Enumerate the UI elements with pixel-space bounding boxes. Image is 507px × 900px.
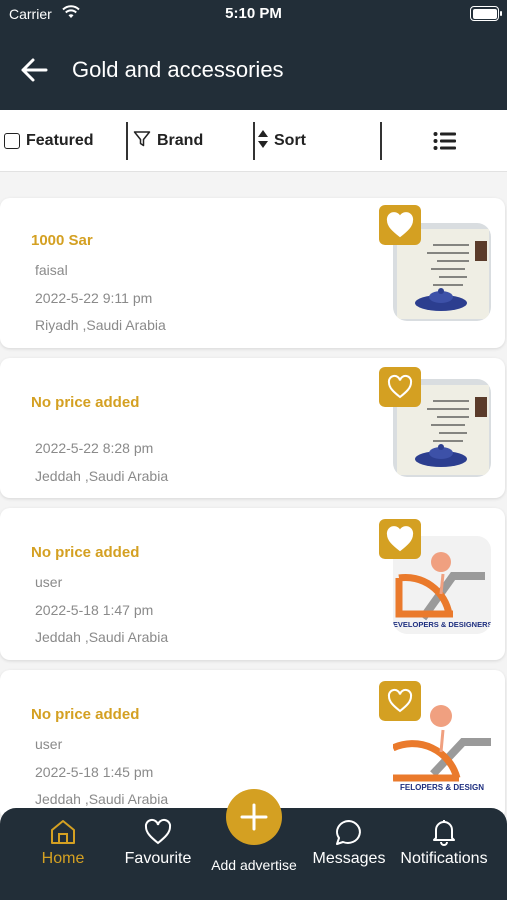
- home-icon: [51, 820, 75, 844]
- status-bar: Carrier 5:10 PM: [0, 0, 507, 30]
- chat-bubble-icon: [336, 820, 361, 845]
- nav-notifications-label: Notifications: [400, 850, 488, 867]
- favourite-heart-outline-icon[interactable]: [379, 681, 421, 721]
- add-advertise-button[interactable]: [226, 789, 282, 845]
- listing-date: 2022-5-18 1:47 pm: [35, 602, 154, 618]
- featured-label: Featured: [26, 132, 94, 149]
- plus-icon: [240, 803, 268, 831]
- nav-notifications[interactable]: Notifications: [398, 808, 490, 900]
- list-view-icon[interactable]: [433, 110, 457, 172]
- featured-checkbox[interactable]: [4, 133, 20, 149]
- divider: [380, 122, 382, 160]
- logo-text: FELOPERS & DESIGN: [400, 783, 484, 792]
- listing-date: 2022-5-22 8:28 pm: [35, 440, 154, 456]
- listing-user: faisal: [35, 262, 68, 278]
- sort-icon: [257, 129, 269, 154]
- listing-price: No price added: [31, 544, 140, 561]
- logo-text: DEVELOPERS & DESIGNERS: [393, 620, 491, 629]
- listing-location: Jeddah ,Saudi Arabia: [35, 791, 169, 807]
- listing-location: Riyadh ,Saudi Arabia: [35, 317, 166, 333]
- favourite-heart-icon[interactable]: [379, 205, 421, 245]
- listing-location: Jeddah ,Saudi Arabia: [35, 468, 169, 484]
- nav-home[interactable]: Home: [30, 808, 96, 900]
- page-title: Gold and accessories: [72, 57, 284, 82]
- listing-price: No price added: [31, 394, 140, 411]
- sort-filter[interactable]: Sort: [257, 110, 306, 172]
- listing-location: Jeddah ,Saudi Arabia: [35, 629, 169, 645]
- listing-price: No price added: [31, 706, 140, 723]
- funnel-icon: [133, 130, 151, 153]
- nav-favourite-label: Favourite: [124, 850, 192, 867]
- nav-favourite[interactable]: Favourite: [118, 808, 198, 900]
- listing-date: 2022-5-22 9:11 pm: [35, 290, 153, 306]
- battery-icon: [470, 6, 502, 21]
- listing-card[interactable]: 1000 Sar faisal 2022-5-22 9:11 pm Riyadh…: [0, 198, 505, 348]
- listing-user: user: [35, 736, 63, 752]
- filter-bar: Featured Brand Sort: [0, 110, 507, 172]
- brand-filter[interactable]: Brand: [133, 110, 203, 172]
- favourite-heart-icon[interactable]: [379, 519, 421, 559]
- featured-filter[interactable]: Featured: [4, 110, 94, 172]
- divider: [126, 122, 128, 160]
- sort-label: Sort: [274, 132, 306, 149]
- nav-home-label: Home: [41, 850, 85, 867]
- divider: [253, 122, 255, 160]
- clock: 5:10 PM: [225, 5, 282, 22]
- listing-user: user: [35, 574, 63, 590]
- heart-icon: [144, 818, 172, 845]
- add-advertise-label[interactable]: Add advertise: [200, 857, 308, 873]
- bell-icon: [433, 820, 455, 846]
- listing-card[interactable]: No price added user 2022-5-18 1:47 pm Je…: [0, 508, 505, 660]
- back-arrow-icon[interactable]: [18, 56, 50, 84]
- favourite-heart-outline-icon[interactable]: [379, 367, 421, 407]
- listing-price: 1000 Sar: [31, 232, 93, 249]
- listing-date: 2022-5-18 1:45 pm: [35, 764, 154, 780]
- brand-label: Brand: [157, 132, 204, 149]
- nav-messages[interactable]: Messages: [306, 808, 392, 900]
- nav-messages-label: Messages: [312, 850, 386, 867]
- listing-card[interactable]: No price added 2022-5-22 8:28 pm Jeddah …: [0, 358, 505, 498]
- app-header: Carrier 5:10 PM Gold and accessories: [0, 0, 507, 110]
